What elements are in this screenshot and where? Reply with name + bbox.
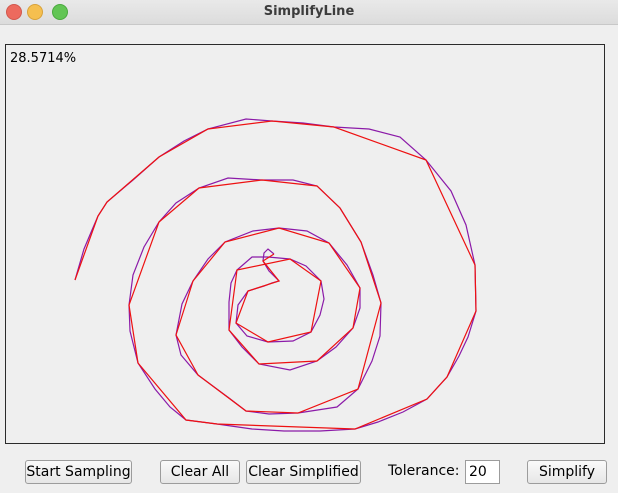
simplify-button[interactable]: Simplify xyxy=(527,460,607,484)
tolerance-label: Tolerance: xyxy=(388,463,460,479)
original-line xyxy=(74,118,477,432)
reduction-percentage: 28.5714% xyxy=(10,51,77,66)
window-title: SimplifyLine xyxy=(263,4,355,19)
clear-all-button[interactable]: Clear All xyxy=(160,460,240,484)
clear-simplified-button[interactable]: Clear Simplified xyxy=(246,460,361,484)
start-sampling-button[interactable]: Start Sampling xyxy=(25,460,132,484)
simplified-line xyxy=(74,120,477,430)
title-bar: SimplifyLine xyxy=(0,0,618,25)
drawing-canvas[interactable]: 28.5714% xyxy=(5,44,605,444)
tolerance-input[interactable]: 20 xyxy=(465,460,500,484)
line-drawing xyxy=(74,118,477,432)
